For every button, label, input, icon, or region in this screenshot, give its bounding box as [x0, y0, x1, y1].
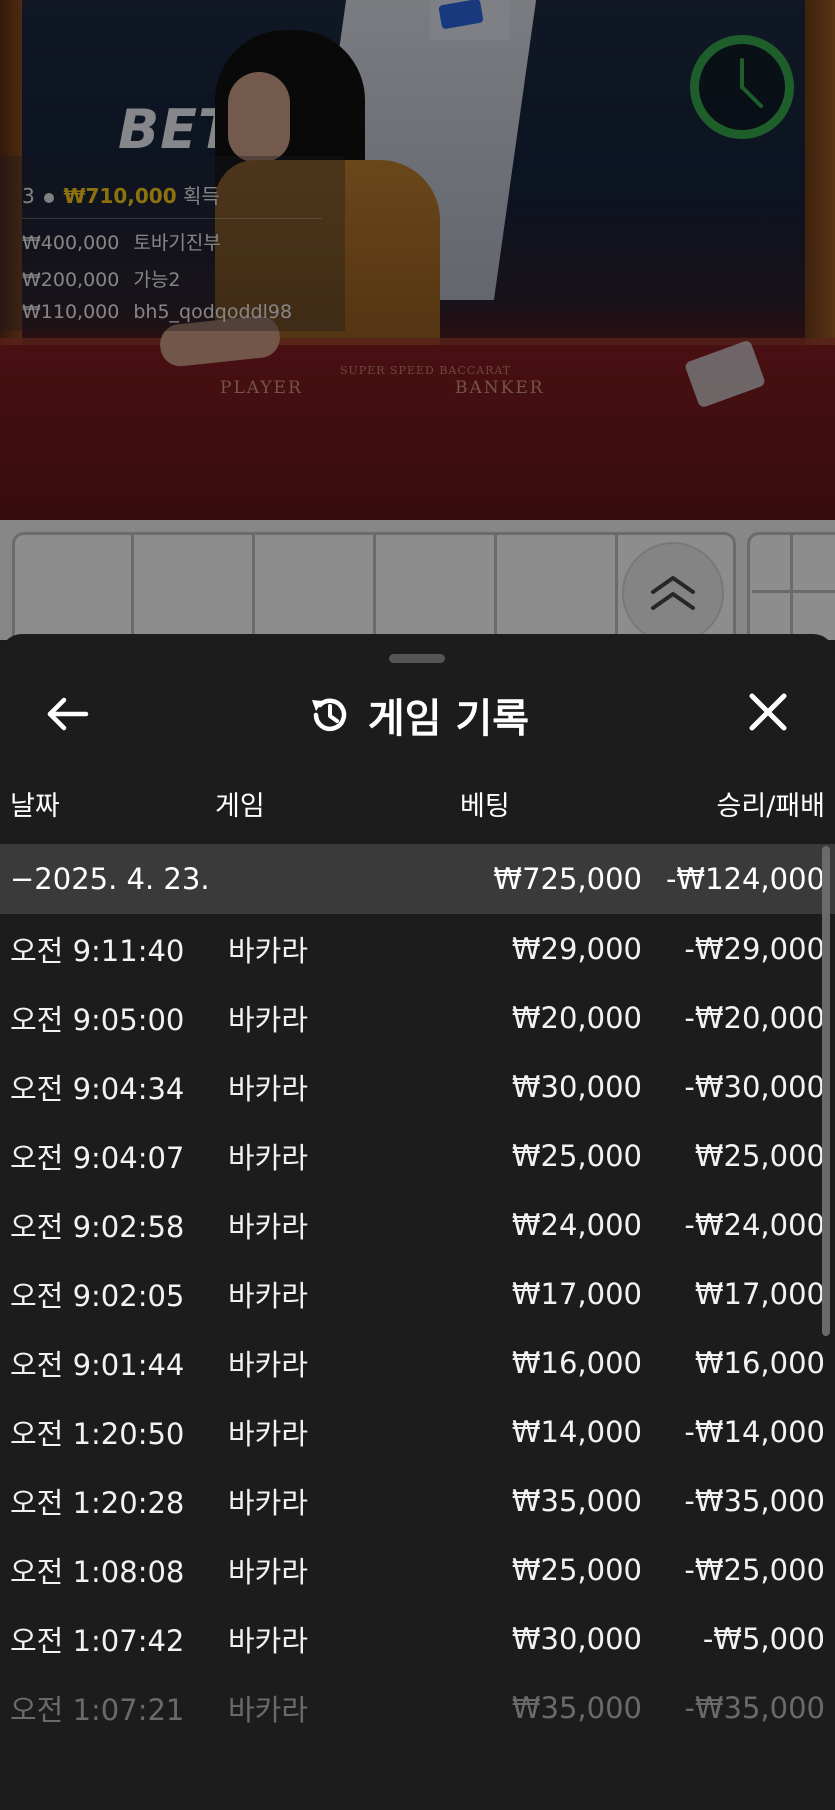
history-row[interactable]: 오전 9:01:44 바카라 ₩16,000 ₩16,000: [0, 1328, 835, 1397]
history-row[interactable]: 오전 9:02:05 바카라 ₩17,000 ₩17,000: [0, 1259, 835, 1328]
row-result: -₩35,000: [684, 1690, 825, 1725]
row-bet: ₩30,000: [511, 1069, 642, 1104]
dim-overlay[interactable]: [0, 0, 835, 640]
history-scrollbar[interactable]: [822, 846, 830, 1336]
row-time: 오전 9:02:05: [10, 1278, 185, 1313]
column-game: 게임: [215, 791, 265, 822]
row-time: 오전 1:20:28: [10, 1485, 185, 1520]
row-game: 바카라: [228, 1140, 309, 1175]
row-result: -₩14,000: [684, 1414, 825, 1449]
group-total-bet: ₩725,000: [493, 862, 642, 896]
close-button[interactable]: [740, 684, 796, 740]
row-result: ₩17,000: [694, 1276, 825, 1311]
row-result: -₩20,000: [684, 1000, 825, 1035]
row-bet: ₩35,000: [511, 1483, 642, 1518]
sheet-title: 게임 기록: [367, 696, 530, 742]
row-game: 바카라: [228, 933, 309, 968]
row-bet: ₩16,000: [511, 1345, 642, 1380]
row-game: 바카라: [228, 1692, 309, 1727]
history-row[interactable]: 오전 1:20:50 바카라 ₩14,000 -₩14,000: [0, 1397, 835, 1466]
column-bet: 베팅: [460, 791, 510, 822]
history-row[interactable]: 오전 9:05:00 바카라 ₩20,000 -₩20,000: [0, 983, 835, 1052]
row-time: 오전 1:08:08: [10, 1554, 185, 1589]
row-game: 바카라: [228, 1554, 309, 1589]
row-bet: ₩17,000: [511, 1276, 642, 1311]
row-time: 오전 1:07:21: [10, 1692, 185, 1727]
row-result: ₩25,000: [694, 1138, 825, 1173]
row-game: 바카라: [228, 1623, 309, 1658]
row-game: 바카라: [228, 1485, 309, 1520]
history-row[interactable]: 오전 9:04:34 바카라 ₩30,000 -₩30,000: [0, 1052, 835, 1121]
row-time: 오전 9:05:00: [10, 1002, 185, 1037]
row-bet: ₩20,000: [511, 1000, 642, 1035]
row-result: -₩29,000: [684, 931, 825, 966]
list-fade: [0, 1724, 835, 1810]
close-icon: [749, 693, 787, 731]
group-date: −2025. 4. 23.: [10, 862, 210, 896]
row-result: ₩16,000: [694, 1345, 825, 1380]
history-column-headers: 날짜 게임 베팅 승리/패배: [0, 784, 835, 824]
row-time: 오전 9:11:40: [10, 933, 185, 968]
column-result: 승리/패배: [716, 791, 825, 822]
game-history-sheet: 게임 기록 날짜 게임 베팅 승리/패배 −2025. 4. 23. ₩725,…: [0, 634, 835, 1810]
row-bet: ₩14,000: [511, 1414, 642, 1449]
row-time: 오전 9:02:58: [10, 1209, 185, 1244]
sheet-header: 게임 기록: [0, 686, 835, 742]
column-date: 날짜: [10, 791, 60, 822]
date-group-row[interactable]: −2025. 4. 23. ₩725,000 -₩124,000: [0, 844, 835, 914]
row-result: -₩24,000: [684, 1207, 825, 1242]
row-game: 바카라: [228, 1002, 309, 1037]
row-game: 바카라: [228, 1071, 309, 1106]
row-game: 바카라: [228, 1347, 309, 1382]
row-result: -₩30,000: [684, 1069, 825, 1104]
row-bet: ₩24,000: [511, 1207, 642, 1242]
sheet-drag-handle[interactable]: [389, 654, 445, 663]
row-result: -₩35,000: [684, 1483, 825, 1518]
row-time: 오전 9:01:44: [10, 1347, 185, 1382]
row-time: 오전 9:04:34: [10, 1071, 185, 1106]
row-game: 바카라: [228, 1416, 309, 1451]
row-time: 오전 9:04:07: [10, 1140, 185, 1175]
row-result: -₩5,000: [702, 1621, 825, 1656]
history-row[interactable]: 오전 1:07:42 바카라 ₩30,000 -₩5,000: [0, 1604, 835, 1673]
history-row[interactable]: 오전 9:02:58 바카라 ₩24,000 -₩24,000: [0, 1190, 835, 1259]
group-total-result: -₩124,000: [665, 862, 825, 896]
history-list: 오전 9:11:40 바카라 ₩29,000 -₩29,000 오전 9:05:…: [0, 914, 835, 1742]
row-bet: ₩25,000: [511, 1552, 642, 1587]
row-bet: ₩25,000: [511, 1138, 642, 1173]
history-row[interactable]: 오전 1:20:28 바카라 ₩35,000 -₩35,000: [0, 1466, 835, 1535]
history-row[interactable]: 오전 1:08:08 바카라 ₩25,000 -₩25,000: [0, 1535, 835, 1604]
row-game: 바카라: [228, 1278, 309, 1313]
history-row[interactable]: 오전 9:04:07 바카라 ₩25,000 ₩25,000: [0, 1121, 835, 1190]
row-result: -₩25,000: [684, 1552, 825, 1587]
row-time: 오전 1:20:50: [10, 1416, 185, 1451]
history-icon: [311, 698, 347, 732]
row-bet: ₩35,000: [511, 1690, 642, 1725]
row-bet: ₩30,000: [511, 1621, 642, 1656]
history-row[interactable]: 오전 9:11:40 바카라 ₩29,000 -₩29,000: [0, 914, 835, 983]
row-time: 오전 1:07:42: [10, 1623, 185, 1658]
row-bet: ₩29,000: [511, 931, 642, 966]
row-game: 바카라: [228, 1209, 309, 1244]
